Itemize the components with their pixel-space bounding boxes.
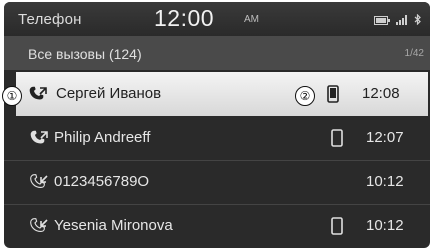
- call-row[interactable]: 0123456789O 10:12: [4, 160, 430, 205]
- call-time: 10:12: [366, 217, 404, 234]
- bluetooth-icon: [414, 12, 422, 30]
- mobile-phone-icon: [327, 85, 339, 108]
- status-icons: [374, 12, 422, 30]
- call-row[interactable]: Yesenia Mironova 10:12: [4, 204, 430, 248]
- callout-marker-one: ①: [2, 86, 22, 106]
- outgoing-call-icon: [29, 130, 49, 152]
- app-title: Телефон: [18, 11, 82, 28]
- page-indicator: 1/42: [404, 48, 424, 59]
- contact-name: Philip Andreeff: [54, 129, 151, 146]
- call-time: 12:08: [362, 85, 400, 102]
- call-list-title: Все вызовы (124): [28, 46, 142, 62]
- mobile-phone-icon: [331, 129, 343, 152]
- battery-icon: [374, 12, 390, 30]
- call-time: 10:12: [366, 173, 404, 190]
- call-list-header: Все вызовы (124) 1/42: [4, 36, 430, 70]
- callout-marker-two: ②: [295, 86, 315, 106]
- contact-name: 0123456789O: [54, 173, 150, 190]
- status-bar: Телефон 12:00 AM: [4, 2, 430, 36]
- call-time: 12:07: [366, 129, 404, 146]
- incoming-call-icon: [29, 174, 49, 196]
- signal-icon: [396, 12, 408, 30]
- contact-name: Сергей Иванов: [56, 85, 162, 102]
- call-row-selected[interactable]: Сергей Иванов 12:08: [16, 72, 428, 116]
- clock: 12:00: [154, 5, 215, 31]
- outgoing-call-icon: [28, 86, 48, 108]
- clock-ampm: AM: [244, 14, 259, 25]
- call-row[interactable]: Philip Andreeff 12:07: [4, 116, 430, 161]
- mobile-phone-icon: [331, 217, 343, 240]
- phone-screen: Телефон 12:00 AM Все вызовы (124) 1/42 С…: [4, 2, 430, 248]
- incoming-call-icon: [29, 218, 49, 240]
- contact-name: Yesenia Mironova: [54, 217, 173, 234]
